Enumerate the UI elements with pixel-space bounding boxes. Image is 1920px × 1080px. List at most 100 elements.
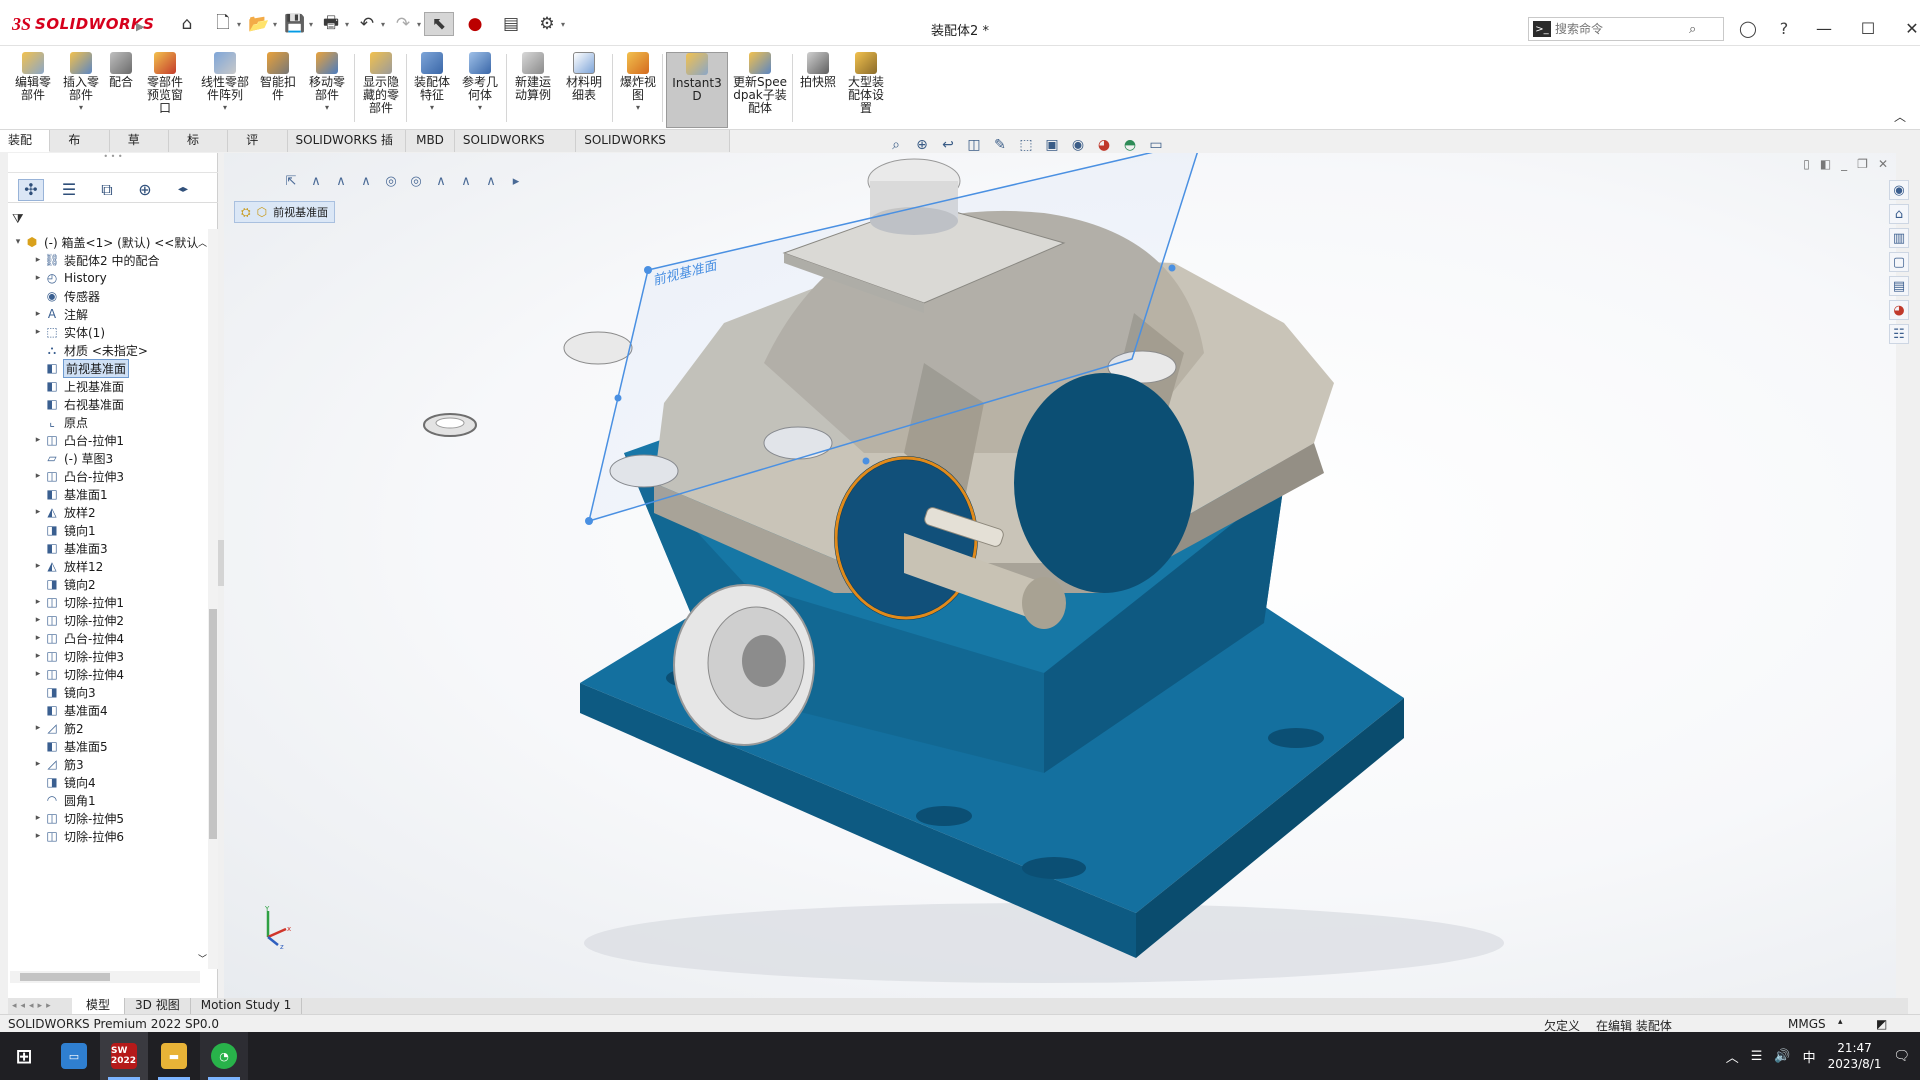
- undo-icon[interactable]: ↶ ▾: [352, 12, 385, 36]
- dropdown-arrow-icon[interactable]: ▾: [325, 103, 329, 112]
- breadcrumb-current[interactable]: 前视基准面: [273, 204, 328, 220]
- taskbar-solidworks[interactable]: SW 2022: [100, 1032, 148, 1080]
- feature-manager-tab-icon[interactable]: ✣: [18, 178, 44, 201]
- filter-icon[interactable]: ⧩: [12, 212, 24, 227]
- zoom-to-area-icon[interactable]: ⊕: [912, 135, 932, 155]
- select-arrow-icon[interactable]: ⬉: [424, 12, 454, 36]
- tab-markup[interactable]: 标注: [168, 130, 229, 168]
- taskbar-file-explorer[interactable]: ▬: [150, 1032, 198, 1080]
- ribbon-component-preview-button[interactable]: 零部件预览窗口: [145, 52, 185, 128]
- tree-item[interactable]: ▸ ◫ 凸台-拉伸1: [32, 431, 124, 449]
- tree-item[interactable]: ▸ ◭ 放样12: [32, 557, 104, 575]
- dropdown-arrow-icon[interactable]: ▾: [636, 103, 640, 112]
- tab-assembly[interactable]: 装配体: [0, 130, 51, 168]
- ribbon-assembly-feature-button[interactable]: 装配体特征 ▾: [410, 52, 454, 128]
- scroll-thumb[interactable]: [209, 609, 217, 839]
- tab-sketch[interactable]: 草图: [109, 130, 169, 168]
- dropdown-arrow-icon[interactable]: ▾: [430, 103, 434, 112]
- expand-arrow-icon[interactable]: ▸: [32, 723, 44, 733]
- help-icon[interactable]: ?: [1770, 14, 1798, 42]
- home-tasks-icon[interactable]: ⌂: [1889, 204, 1909, 224]
- view-orientation-icon[interactable]: ⬚: [1016, 135, 1036, 155]
- volume-icon[interactable]: 🔊: [1774, 1049, 1790, 1064]
- network-icon[interactable]: ☰: [1751, 1049, 1763, 1064]
- tree-item[interactable]: ◧ 基准面3: [32, 539, 107, 557]
- taskbar-wechat[interactable]: ◔: [200, 1032, 248, 1080]
- ribbon-smart-fasteners-button[interactable]: 智能扣件: [258, 52, 298, 128]
- viewport-restore-icon[interactable]: ❐: [1857, 157, 1868, 171]
- cover-bolt[interactable]: [563, 331, 633, 365]
- tree-item[interactable]: ▸ ◫ 切除-拉伸4: [32, 665, 124, 683]
- tree-item[interactable]: ◨ 镜向3: [32, 683, 95, 701]
- ribbon-mate-button[interactable]: 配合: [104, 52, 138, 128]
- ribbon-move-component-button[interactable]: 移动零部件 ▾: [305, 52, 349, 128]
- tab-evaluate[interactable]: 评估: [228, 130, 288, 168]
- tab-solidworks-cam[interactable]: SOLIDWORKS CAM: [454, 130, 577, 168]
- expand-toolbar-icon[interactable]: ▸: [505, 170, 527, 192]
- menu-expand-icon[interactable]: ▶: [136, 20, 144, 33]
- tab-scroll-icon[interactable]: ◂▸: [170, 179, 196, 201]
- search-input[interactable]: [1555, 22, 1685, 36]
- zoom-to-fit-icon[interactable]: ⌕: [886, 135, 906, 155]
- filter-axes-icon[interactable]: ∧: [430, 170, 452, 192]
- tree-item[interactable]: ▸ ◫ 切除-拉伸2: [32, 611, 124, 629]
- tab-navigation-arrows[interactable]: ◂◂◂▸▸: [8, 1001, 72, 1011]
- tree-item[interactable]: ▸ ◴ History: [32, 269, 107, 287]
- dropdown-arrow-icon[interactable]: ▾: [79, 103, 83, 112]
- filter-edges-icon[interactable]: ∧: [305, 170, 327, 192]
- tree-item[interactable]: ▱ (-) 草图3: [32, 449, 113, 467]
- taskbar-remote-desktop[interactable]: ▭: [50, 1032, 98, 1080]
- filter-circle-icon[interactable]: ◎: [405, 170, 427, 192]
- tree-item[interactable]: ▸ A 注解: [32, 305, 88, 323]
- apply-scene-icon[interactable]: ◓: [1120, 135, 1140, 155]
- expand-arrow-icon[interactable]: ▸: [32, 597, 44, 607]
- ime-indicator[interactable]: 中: [1803, 1047, 1816, 1066]
- tree-item[interactable]: ▸ ◫ 凸台-拉伸4: [32, 629, 124, 647]
- viewport-split-icon[interactable]: ◧: [1820, 157, 1831, 171]
- tree-item[interactable]: ⌞ 原点: [32, 413, 88, 431]
- tree-item[interactable]: ◨ 镜向2: [32, 575, 95, 593]
- tree-item[interactable]: ▸ ◿ 筋2: [32, 719, 84, 737]
- expand-arrow-icon[interactable]: ▸: [32, 759, 44, 769]
- file-explorer-icon[interactable]: ▢: [1889, 252, 1909, 272]
- plane-handle[interactable]: [585, 517, 593, 525]
- expand-arrow-icon[interactable]: ▸: [32, 507, 44, 517]
- open-file-icon[interactable]: 📂 ▾: [244, 12, 277, 36]
- design-library-icon[interactable]: ▥: [1889, 228, 1909, 248]
- expand-arrow-icon[interactable]: ▸: [32, 309, 44, 319]
- tree-item[interactable]: ▸ ◫ 凸台-拉伸3: [32, 467, 124, 485]
- filter-circle-icon[interactable]: ◎: [380, 170, 402, 192]
- expand-arrow-icon[interactable]: ▸: [32, 327, 44, 337]
- display-style-icon[interactable]: ▣: [1042, 135, 1062, 155]
- dynamic-annotation-icon[interactable]: ✎: [990, 135, 1010, 155]
- filter-toggle-icon[interactable]: ⇱: [280, 170, 302, 192]
- start-button[interactable]: ⊞: [0, 1032, 48, 1080]
- tab-solidworks-addins[interactable]: SOLIDWORKS 插件: [287, 130, 407, 168]
- unit-system[interactable]: MMGS: [1788, 1017, 1826, 1031]
- print-icon[interactable]: 🖶 ▾: [316, 12, 349, 36]
- tree-item[interactable]: ▸ ◿ 筋3: [32, 755, 84, 773]
- scroll-thumb[interactable]: [20, 973, 110, 981]
- dropdown-arrow-icon[interactable]: ▾: [478, 103, 482, 112]
- redo-icon[interactable]: ↷ ▾: [388, 12, 421, 36]
- view-palette-icon[interactable]: ▤: [1889, 276, 1909, 296]
- configuration-manager-tab-icon[interactable]: ⧉: [94, 179, 120, 201]
- plane-handle[interactable]: [1168, 264, 1176, 272]
- tree-item[interactable]: ◧ 基准面1: [32, 485, 107, 503]
- tree-vertical-scrollbar[interactable]: [208, 229, 218, 969]
- gearbox-model[interactable]: 前视基准面: [224, 153, 1896, 998]
- graphics-viewport[interactable]: 前视基准面 ⇱ ∧ ∧ ∧ ◎ ◎ ∧ ∧ ∧ ▸ ⛭ ⬡ 前视基准面 ▯ ◧ …: [224, 153, 1896, 998]
- previous-view-icon[interactable]: ↩: [938, 135, 958, 155]
- ribbon-bom-button[interactable]: 材料明细表: [562, 52, 606, 128]
- collapse-arrow-icon[interactable]: ▾: [12, 237, 24, 247]
- tree-item[interactable]: ◨ 镜向4: [32, 773, 95, 791]
- home-icon[interactable]: ⌂: [172, 12, 202, 36]
- tree-item[interactable]: ◧ 前视基准面: [32, 358, 130, 378]
- expand-arrow-icon[interactable]: ▸: [32, 273, 44, 283]
- assembly-breadcrumb-icon[interactable]: ⛭: [241, 205, 251, 220]
- expand-arrow-icon[interactable]: ▸: [32, 651, 44, 661]
- edit-appearance-icon[interactable]: ◕: [1094, 135, 1114, 155]
- tree-item[interactable]: ▸ ⬚ 实体(1): [32, 323, 105, 341]
- tree-item[interactable]: ◨ 镜向1: [32, 521, 95, 539]
- tree-scroll-up-icon[interactable]: ︿: [198, 233, 207, 251]
